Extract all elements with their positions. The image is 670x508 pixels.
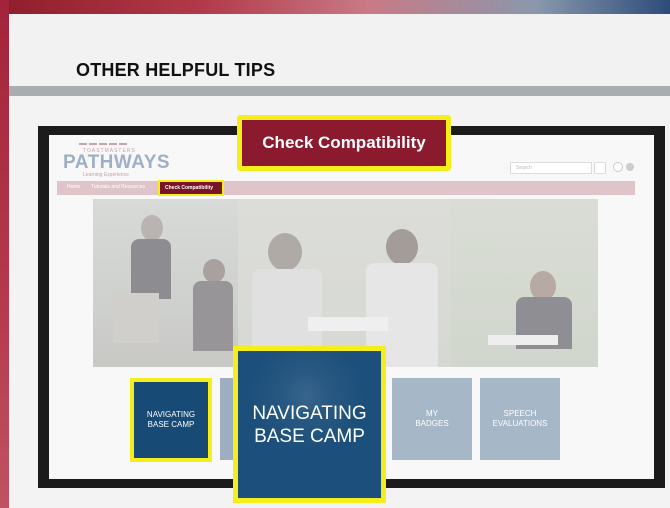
search-icon[interactable]	[594, 162, 606, 174]
navigating-base-camp-callout[interactable]: NAVIGATING BASE CAMP	[233, 346, 386, 503]
person-head	[141, 215, 163, 241]
presentation-slide: OTHER HELPFUL TIPS TOASTMASTERS PATHWAYS…	[0, 0, 670, 508]
tile-my-badges[interactable]: MY BADGES	[392, 378, 472, 460]
nav-tutorials[interactable]: Tutorials and Resources	[91, 184, 145, 190]
hero-photo-meeting	[238, 199, 450, 367]
left-color-band	[0, 0, 9, 508]
top-color-band	[0, 0, 670, 14]
nav-home[interactable]: Home	[67, 184, 80, 190]
tile-label-line2: EVALUATIONS	[492, 419, 548, 428]
nav-bar: Home Tutorials and Resources	[57, 181, 635, 195]
person-head	[268, 233, 302, 271]
logo-bars	[79, 143, 127, 145]
hero-photo-strip	[93, 199, 598, 367]
logo-pathways[interactable]: PATHWAYS	[63, 152, 170, 174]
logo-subtitle: Learning Experience	[83, 172, 129, 178]
tile-navigating-base-camp[interactable]: NAVIGATING BASE CAMP	[130, 378, 212, 462]
tile-label-line1: SPEECH	[503, 409, 537, 418]
title-rule	[9, 86, 670, 96]
callout-label-line2: BASE CAMP	[254, 425, 365, 447]
person-head	[386, 229, 418, 265]
search-input[interactable]: Search	[510, 162, 592, 174]
person-head	[203, 259, 225, 283]
person-body	[131, 239, 171, 299]
hero-photo-writer	[450, 199, 598, 367]
hero-photo-speaker	[93, 199, 238, 367]
person-body	[193, 281, 233, 351]
nav-check-compatibility[interactable]: Check Compatibility	[158, 180, 224, 196]
lectern	[113, 293, 159, 343]
tile-label-line2: BADGES	[415, 419, 449, 428]
tile-speech-evaluations[interactable]: SPEECH EVALUATIONS	[480, 378, 560, 460]
tile-partial[interactable]	[220, 378, 234, 460]
settings-icon[interactable]	[626, 163, 634, 171]
callout-label-line1: NAVIGATING	[252, 402, 367, 424]
tile-label-line1: MY	[426, 409, 438, 418]
tile-label-line1: NAVIGATING	[146, 410, 196, 419]
paper	[308, 317, 388, 331]
notebook	[488, 335, 558, 345]
tile-label-line2: BASE CAMP	[147, 420, 195, 429]
slide-title: OTHER HELPFUL TIPS	[76, 60, 276, 80]
user-icon[interactable]	[613, 162, 623, 172]
check-compatibility-callout[interactable]: Check Compatibility	[237, 115, 451, 171]
